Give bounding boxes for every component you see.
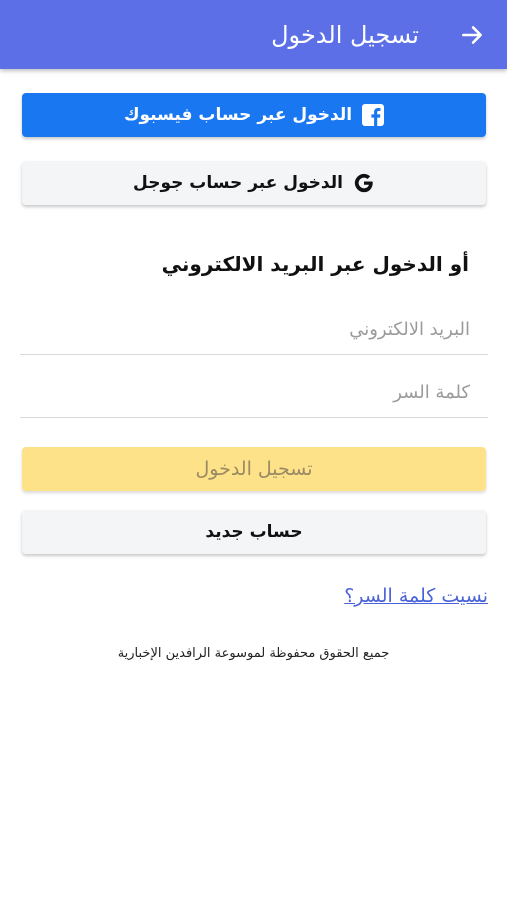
google-login-label: الدخول عبر حساب جوجل — [133, 173, 343, 193]
email-section-heading: أو الدخول عبر البريد الالكتروني — [161, 252, 469, 276]
login-button-label: تسجيل الدخول — [195, 458, 313, 480]
facebook-login-label: الدخول عبر حساب فيسبوك — [123, 105, 353, 125]
forgot-password-link[interactable]: نسيت كلمة السر؟ — [344, 585, 488, 607]
google-icon — [353, 172, 375, 194]
login-button[interactable]: تسجيل الدخول — [22, 447, 486, 491]
email-field[interactable] — [20, 305, 488, 355]
back-button[interactable] — [455, 18, 489, 52]
login-screen: تسجيل الدخول الدخول عبر حساب فيسبوك الدخ… — [0, 0, 507, 900]
register-button[interactable]: حساب جديد — [22, 510, 486, 554]
facebook-icon — [362, 104, 385, 126]
app-bar: تسجيل الدخول — [0, 0, 507, 69]
arrow-right-icon — [462, 26, 482, 44]
password-field[interactable] — [20, 368, 488, 418]
facebook-login-button[interactable]: الدخول عبر حساب فيسبوك — [22, 93, 486, 137]
copyright-notice: جميع الحقوق محفوظة لموسوعة الرافدين الإخ… — [117, 646, 390, 661]
register-button-label: حساب جديد — [205, 522, 303, 542]
page-title: تسجيل الدخول — [271, 21, 419, 49]
google-login-button[interactable]: الدخول عبر حساب جوجل — [22, 161, 486, 205]
